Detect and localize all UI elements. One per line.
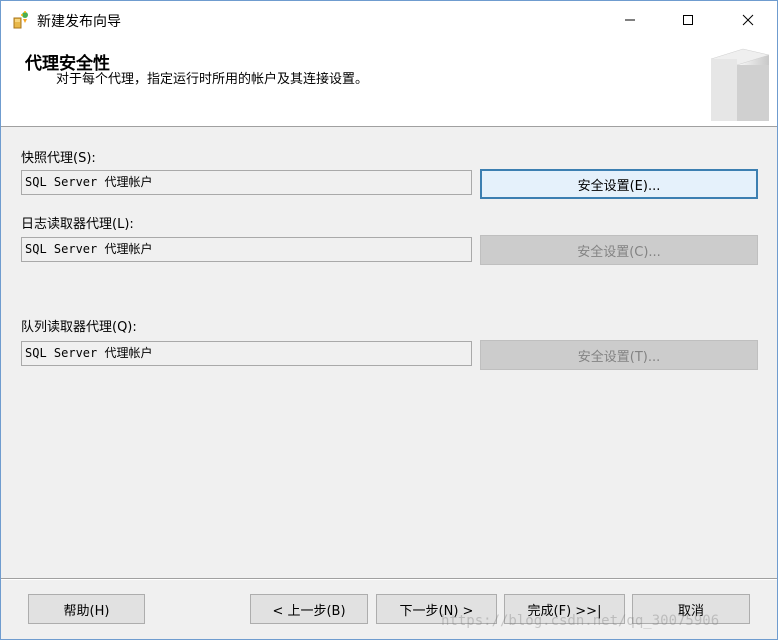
maximize-icon <box>683 15 693 25</box>
wizard-banner-icon <box>703 45 773 123</box>
back-button[interactable]: < 上一步(B) <box>250 594 368 624</box>
watermark: https://blog.csdn.net/qq_30075906 <box>441 613 720 629</box>
close-button[interactable] <box>719 1 777 39</box>
log-reader-agent-label: 日志读取器代理(L): <box>21 217 134 232</box>
title-bar[interactable]: 新建发布向导 <box>1 1 777 39</box>
minimize-icon <box>625 19 635 21</box>
wizard-app-icon <box>12 10 30 30</box>
page-subtitle: 对于每个代理，指定运行时所用的帐户及其连接设置。 <box>56 72 369 87</box>
snapshot-agent-label: 快照代理(S): <box>21 151 96 166</box>
log-reader-security-settings-button[interactable]: 安全设置(C)... <box>480 235 758 265</box>
wizard-header: 代理安全性 对于每个代理，指定运行时所用的帐户及其连接设置。 <box>1 39 777 127</box>
queue-reader-agent-label: 队列读取器代理(Q): <box>21 320 137 335</box>
log-reader-agent-account-field: SQL Server 代理帐户 <box>21 237 472 262</box>
snapshot-security-settings-button[interactable]: 安全设置(E)... <box>480 169 758 199</box>
queue-reader-security-settings-button[interactable]: 安全设置(T)... <box>480 340 758 370</box>
minimize-button[interactable] <box>601 1 659 39</box>
maximize-button[interactable] <box>659 1 717 39</box>
help-button[interactable]: 帮助(H) <box>28 594 145 624</box>
close-icon <box>742 14 754 26</box>
snapshot-agent-account-field: SQL Server 代理帐户 <box>21 170 472 195</box>
window-title: 新建发布向导 <box>37 14 121 30</box>
queue-reader-agent-account-field: SQL Server 代理帐户 <box>21 341 472 366</box>
wizard-window: 新建发布向导 代理安全性 对于每个代理，指定运行时所用的帐户及其连接设置。 快照… <box>0 0 778 640</box>
